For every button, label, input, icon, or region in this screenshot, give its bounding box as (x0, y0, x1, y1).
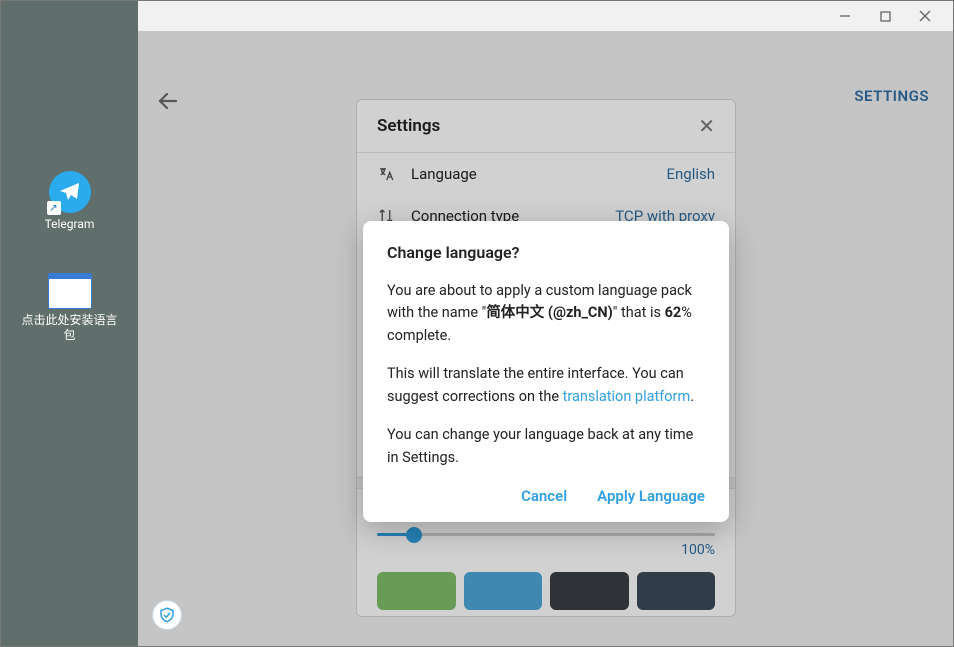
dialog-paragraph-2: This will translate the entire interface… (387, 363, 705, 408)
telegram-app-window: SETTINGS Settings ✕ Language English Con… (138, 1, 953, 646)
dialog-footer: Cancel Apply Language (387, 485, 705, 508)
change-language-dialog: Change language? You are about to apply … (363, 221, 729, 522)
dialog-paragraph-3: You can change your language back at any… (387, 424, 705, 469)
install-language-label: 点击此处安装语言包 (20, 313, 120, 344)
telegram-desktop-shortcut[interactable]: ↗ Telegram (20, 171, 120, 233)
install-language-shortcut[interactable]: 点击此处安装语言包 (20, 273, 120, 344)
desktop-background: ↗ Telegram 点击此处安装语言包 (1, 1, 138, 646)
minimize-icon (839, 10, 851, 22)
close-button[interactable] (905, 2, 945, 30)
telegram-shortcut-label: Telegram (45, 217, 95, 233)
language-pack-name: 简体中文 (@zh_CN) (486, 304, 612, 321)
shortcut-arrow-icon: ↗ (47, 201, 61, 215)
dialog-title: Change language? (387, 241, 705, 266)
shield-check-icon (158, 606, 176, 624)
app-body: SETTINGS Settings ✕ Language English Con… (138, 31, 953, 646)
maximize-icon (880, 11, 891, 22)
minimize-button[interactable] (825, 2, 865, 30)
verified-badge (152, 600, 182, 630)
apply-language-button[interactable]: Apply Language (597, 485, 705, 508)
translation-platform-link[interactable]: translation platform (563, 388, 691, 405)
telegram-icon: ↗ (49, 171, 91, 213)
dialog-paragraph-1: You are about to apply a custom language… (387, 280, 705, 347)
window-titlebar (138, 1, 953, 31)
completion-percent: 62 (665, 304, 682, 321)
maximize-button[interactable] (865, 2, 905, 30)
close-icon (919, 10, 931, 22)
webpage-icon (48, 273, 92, 309)
cancel-button[interactable]: Cancel (521, 485, 567, 508)
